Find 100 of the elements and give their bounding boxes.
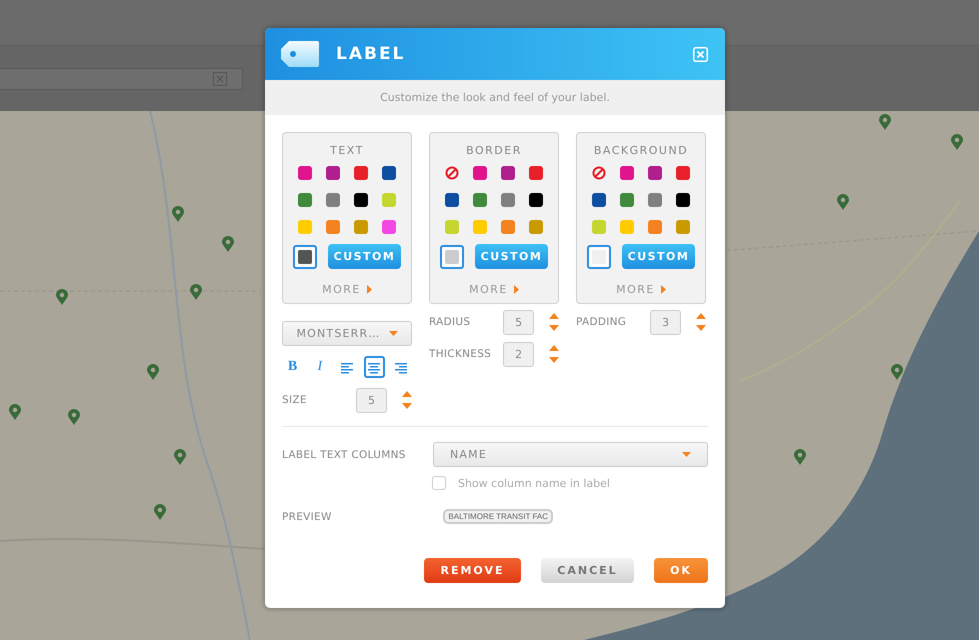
color-swatch[interactable] <box>298 193 312 207</box>
decrement-button[interactable] <box>549 325 559 331</box>
color-swatch[interactable] <box>382 193 396 207</box>
color-swatch[interactable] <box>620 193 634 207</box>
color-swatch[interactable] <box>382 166 396 180</box>
color-swatch[interactable] <box>501 193 515 207</box>
current-color[interactable] <box>440 244 464 268</box>
ok-button[interactable]: OK <box>654 558 708 583</box>
field-label: THICKNESS <box>429 348 492 360</box>
decrement-button[interactable] <box>549 357 559 363</box>
color-swatch[interactable] <box>501 220 515 234</box>
color-swatch[interactable] <box>676 220 690 234</box>
map-pin-icon[interactable] <box>174 449 186 465</box>
custom-button[interactable]: CUSTOM <box>622 244 695 269</box>
tag-icon <box>281 41 319 67</box>
color-swatch[interactable] <box>620 220 634 234</box>
color-swatch[interactable] <box>473 166 487 180</box>
label-preview: BALTIMORE TRANSIT FAC <box>443 509 553 524</box>
decrement-button[interactable] <box>696 325 706 331</box>
checkbox[interactable] <box>432 476 446 490</box>
color-swatch[interactable] <box>592 220 606 234</box>
align-left-icon <box>341 360 353 374</box>
bold-button[interactable]: B <box>282 356 304 378</box>
color-swatch[interactable] <box>676 193 690 207</box>
map-pin-icon[interactable] <box>837 194 849 210</box>
caret-icon <box>660 285 666 294</box>
color-swatch[interactable] <box>298 166 312 180</box>
clear-icon[interactable] <box>213 72 227 86</box>
color-swatch[interactable] <box>676 166 690 180</box>
field-label: PADDING <box>576 316 628 328</box>
map-pin-icon[interactable] <box>56 289 68 305</box>
color-swatch[interactable] <box>620 166 634 180</box>
column-dropdown[interactable]: NAME <box>433 442 708 467</box>
increment-button[interactable] <box>402 391 412 397</box>
map-pin-icon[interactable] <box>147 364 159 380</box>
align-center-button[interactable] <box>364 356 385 378</box>
number-field[interactable]: 5 <box>503 310 534 334</box>
no-color-icon[interactable] <box>592 166 606 180</box>
color-swatch[interactable] <box>473 193 487 207</box>
cancel-button[interactable]: CANCEL <box>541 558 634 583</box>
no-color-icon[interactable] <box>445 166 459 180</box>
color-swatch[interactable] <box>648 166 662 180</box>
current-color[interactable] <box>587 244 611 268</box>
color-swatch[interactable] <box>648 193 662 207</box>
number-field[interactable]: 2 <box>503 342 534 366</box>
map-pin-icon[interactable] <box>68 409 80 425</box>
number-field[interactable]: 5 <box>356 388 387 412</box>
map-pin-icon[interactable] <box>190 284 202 300</box>
search-field[interactable] <box>0 68 243 90</box>
color-swatch[interactable] <box>326 166 340 180</box>
current-color[interactable] <box>293 244 317 268</box>
field-label: LABEL TEXT COLUMNS <box>282 448 406 460</box>
map-pin-icon[interactable] <box>951 134 963 150</box>
color-swatch[interactable] <box>529 166 543 180</box>
color-swatch[interactable] <box>445 193 459 207</box>
map-pin-icon[interactable] <box>891 364 903 380</box>
italic-button[interactable]: I <box>309 356 330 378</box>
more-link[interactable]: MORE <box>469 283 508 296</box>
color-swatch[interactable] <box>354 193 368 207</box>
custom-button[interactable]: CUSTOM <box>328 244 401 269</box>
color-swatch[interactable] <box>326 193 340 207</box>
custom-button[interactable]: CUSTOM <box>475 244 548 269</box>
color-swatch[interactable] <box>501 166 515 180</box>
caret-icon <box>514 285 519 294</box>
map-pin-icon[interactable] <box>222 236 234 252</box>
color-swatch[interactable] <box>592 193 606 207</box>
dialog-title: LABEL <box>336 44 406 64</box>
color-swatch[interactable] <box>382 220 396 234</box>
color-swatch[interactable] <box>473 220 487 234</box>
checkbox-label: Show column name in label <box>458 476 610 490</box>
color-swatch[interactable] <box>529 220 543 234</box>
increment-button[interactable] <box>549 345 559 351</box>
decrement-button[interactable] <box>402 403 412 409</box>
field-label: PREVIEW <box>282 510 332 522</box>
dialog-subtitle: Customize the look and feel of your label. <box>380 91 610 104</box>
map-pin-icon[interactable] <box>154 504 166 520</box>
caret-icon <box>366 285 372 294</box>
color-swatch[interactable] <box>354 220 368 234</box>
font-dropdown[interactable]: MONTSERR… <box>282 321 412 346</box>
color-swatch[interactable] <box>354 166 368 180</box>
increment-button[interactable] <box>696 313 706 319</box>
color-swatch[interactable] <box>648 220 662 234</box>
number-field[interactable]: 3 <box>650 310 681 334</box>
palette-title: BACKGROUND <box>594 144 688 157</box>
remove-button[interactable]: REMOVE <box>424 558 521 583</box>
field-label: SIZE <box>282 394 308 406</box>
increment-button[interactable] <box>549 313 559 319</box>
color-swatch[interactable] <box>298 220 312 234</box>
more-link[interactable]: MORE <box>322 283 361 296</box>
color-swatch[interactable] <box>529 193 543 207</box>
map-pin-icon[interactable] <box>794 449 806 465</box>
align-right-icon <box>395 360 408 374</box>
map-pin-icon[interactable] <box>9 404 21 420</box>
more-link[interactable]: MORE <box>616 283 655 296</box>
map-pin-icon[interactable] <box>879 114 891 130</box>
palette-title: TEXT <box>330 144 364 157</box>
map-pin-icon[interactable] <box>172 206 184 222</box>
close-icon[interactable] <box>693 46 708 62</box>
color-swatch[interactable] <box>326 220 340 234</box>
color-swatch[interactable] <box>445 220 459 234</box>
